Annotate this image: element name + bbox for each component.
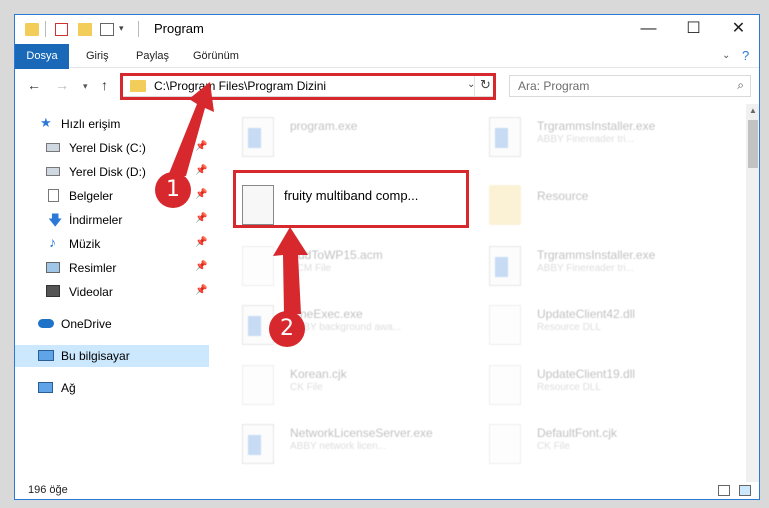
arrow-1 bbox=[168, 82, 214, 176]
arrow-2 bbox=[273, 227, 308, 314]
step-1-badge: 1 bbox=[155, 172, 191, 208]
annotation-arrows bbox=[168, 82, 308, 314]
step-2-badge: 2 bbox=[269, 311, 305, 347]
